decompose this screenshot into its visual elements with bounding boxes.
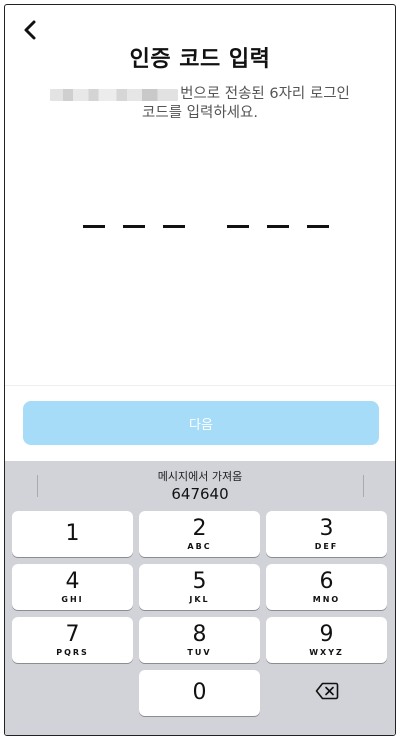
masked-phone-number [50, 88, 179, 101]
code-digit-slot [123, 225, 145, 228]
key-5[interactable]: 5 JKL [139, 564, 260, 610]
key-number: 7 [65, 622, 80, 647]
key-letters: DEF [314, 542, 339, 551]
suggestion-source: 메시지에서 가져옴 [157, 469, 243, 483]
code-input[interactable] [5, 217, 395, 237]
key-9[interactable]: 9 WXYZ [266, 617, 387, 663]
key-number: 0 [192, 680, 207, 705]
key-letters: JKL [189, 595, 210, 604]
delete-key[interactable] [266, 670, 387, 716]
key-0[interactable]: 0 [139, 670, 260, 716]
numeric-keyboard: 메시지에서 가져옴 647640 1 2 ABC 3 DEF 4 GHI 5 J… [5, 461, 395, 735]
key-6[interactable]: 6 MNO [266, 564, 387, 610]
blank-key [12, 670, 133, 716]
key-number: 8 [192, 622, 207, 647]
key-7[interactable]: 7 PQRS [12, 617, 133, 663]
key-1[interactable]: 1 [12, 511, 133, 557]
code-digit-slot [307, 225, 329, 228]
backspace-icon [315, 682, 339, 704]
code-digit-slot [163, 225, 185, 228]
instruction-line1: 번으로 전송된 6자리 로그인 [180, 86, 350, 102]
code-digit-slot [83, 225, 105, 228]
key-letters: GHI [61, 595, 84, 604]
key-letters: WXYZ [309, 648, 344, 657]
instruction-line2: 코드를 입력하세요. [142, 105, 258, 121]
key-letters: ABC [187, 542, 212, 551]
key-2[interactable]: 2 ABC [139, 511, 260, 557]
autofill-suggestion[interactable]: 메시지에서 가져옴 647640 [5, 461, 395, 509]
key-number: 5 [192, 569, 207, 594]
divider [5, 385, 395, 386]
key-number: 3 [319, 516, 334, 541]
key-4[interactable]: 4 GHI [12, 564, 133, 610]
screen: 인증 코드 입력 번으로 전송된 6자리 로그인 코드를 입력하세요. 다음 메… [4, 4, 396, 736]
next-button[interactable]: 다음 [23, 401, 379, 445]
key-letters: TUV [187, 648, 212, 657]
code-digit-slot [267, 225, 289, 228]
key-letters: MNO [312, 595, 341, 604]
key-number: 6 [319, 569, 334, 594]
next-button-label: 다음 [189, 417, 213, 433]
key-letters: PQRS [56, 648, 89, 657]
instruction-text: 번으로 전송된 6자리 로그인 코드를 입력하세요. [45, 85, 355, 123]
code-digit-slot [227, 225, 249, 228]
key-number: 9 [319, 622, 334, 647]
key-8[interactable]: 8 TUV [139, 617, 260, 663]
key-number: 1 [65, 520, 80, 546]
page-title: 인증 코드 입력 [129, 47, 271, 72]
key-number: 4 [65, 569, 80, 594]
key-number: 2 [192, 516, 207, 541]
suggestion-code: 647640 [171, 484, 229, 503]
key-3[interactable]: 3 DEF [266, 511, 387, 557]
